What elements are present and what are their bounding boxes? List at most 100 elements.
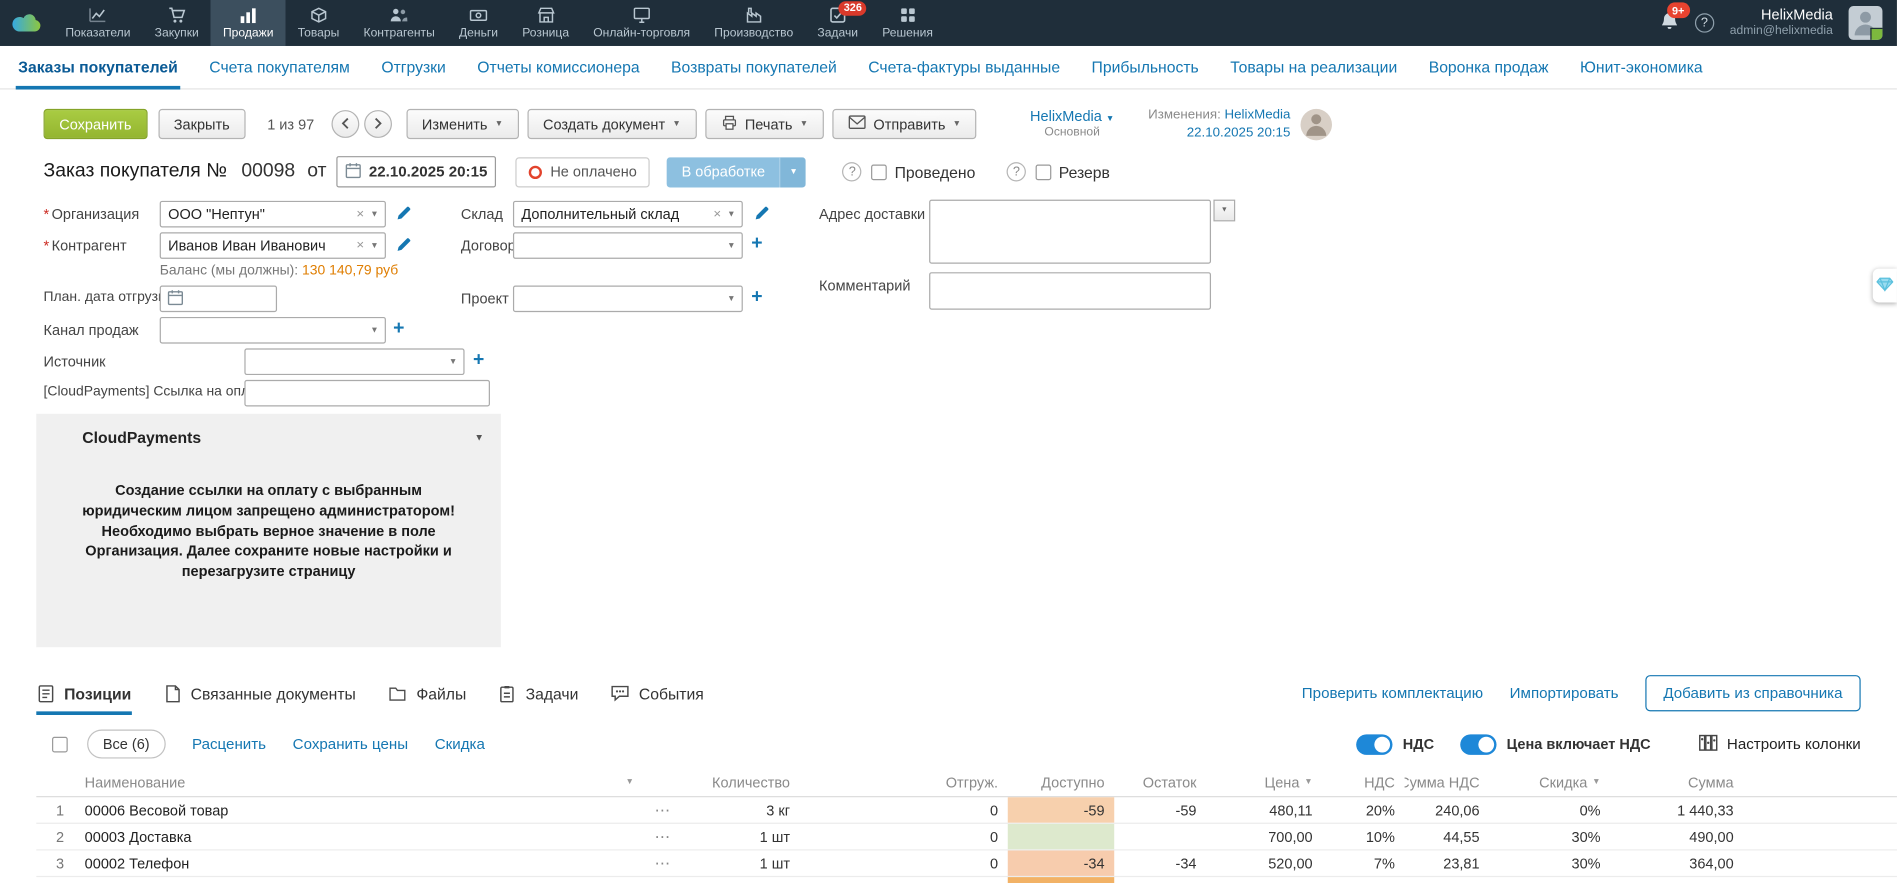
table-row[interactable] [36, 877, 1897, 883]
col-discount[interactable]: Скидка▼ [1489, 768, 1610, 796]
section-tab-10[interactable]: Юнит-экономика [1564, 46, 1718, 88]
add-contract-button[interactable]: + [751, 235, 762, 254]
edit-counterparty-icon[interactable] [396, 237, 412, 253]
check-kit-link[interactable]: Проверить комплектацию [1302, 685, 1483, 702]
col-price[interactable]: Цена▼ [1206, 768, 1322, 796]
section-tab-4[interactable]: Отчеты комиссионера [462, 46, 656, 88]
section-tab-7[interactable]: Прибыльность [1076, 46, 1215, 88]
user-avatar[interactable] [1849, 6, 1883, 40]
nav-item-8[interactable]: Онлайн-торговля [581, 0, 702, 46]
detail-tab-3[interactable]: Файлы [387, 671, 466, 715]
nav-item-6[interactable]: Деньги [447, 0, 510, 46]
assistant-widget-button[interactable] [1873, 269, 1897, 303]
row-menu-icon[interactable]: ⋯ [641, 824, 685, 849]
row-menu-icon[interactable]: ⋯ [641, 850, 685, 875]
changes-date-link[interactable]: 22.10.2025 20:15 [1187, 125, 1291, 140]
project-combobox[interactable]: ▼ [513, 286, 743, 313]
create-document-menu-button[interactable]: Создать документ▼ [527, 109, 696, 139]
discount-link[interactable]: Скидка [435, 736, 485, 753]
nav-item-10[interactable]: Задачи326 [805, 0, 870, 46]
col-qty[interactable]: Количество [685, 768, 800, 796]
nav-item-2[interactable]: Закупки [143, 0, 211, 46]
document-date-field[interactable]: 22.10.2025 20:15 [336, 156, 496, 187]
nav-item-7[interactable]: Розница [510, 0, 581, 46]
row-menu-icon[interactable]: ⋯ [641, 797, 685, 822]
table-row[interactable]: 200003 Доставка⋯1 шт0700,0010%44,5530%49… [36, 824, 1897, 851]
section-tab-6[interactable]: Счета-фактуры выданные [853, 46, 1076, 88]
vat-toggle[interactable] [1357, 734, 1393, 755]
detail-tab-5[interactable]: События [610, 671, 704, 715]
source-combobox[interactable]: ▼ [244, 348, 464, 375]
help-button[interactable]: ? [1695, 13, 1714, 32]
col-sum[interactable]: Сумма [1610, 768, 1743, 796]
sort-icon[interactable]: ▼ [626, 778, 634, 786]
nav-item-1[interactable]: Показатели [53, 0, 142, 46]
reserve-checkbox[interactable] [1036, 164, 1052, 180]
table-row[interactable]: 300002 Телефон⋯1 шт0-34-34520,007%23,813… [36, 850, 1897, 877]
delivery-address-textarea[interactable] [929, 200, 1211, 264]
payment-status-badge[interactable]: Не оплачено [515, 157, 650, 187]
edit-warehouse-icon[interactable] [754, 206, 770, 222]
posted-help-icon[interactable]: ? [843, 162, 862, 181]
col-stock[interactable]: Остаток [1114, 768, 1206, 796]
detail-tab-2[interactable]: Связанные документы [163, 671, 356, 715]
col-vat[interactable]: НДС [1322, 768, 1404, 796]
clear-icon[interactable]: × [353, 207, 368, 222]
nav-item-5[interactable]: Контрагенты [351, 0, 446, 46]
ship-date-field[interactable] [160, 286, 277, 313]
send-menu-button[interactable]: Отправить▼ [832, 109, 977, 139]
detail-tab-1[interactable]: Позиции [36, 671, 131, 715]
import-link[interactable]: Импортировать [1510, 685, 1619, 702]
edit-menu-button[interactable]: Изменить▼ [406, 109, 519, 139]
add-source-button[interactable]: + [473, 351, 484, 370]
set-prices-link[interactable]: Расценить [192, 736, 266, 753]
organization-combobox[interactable]: ООО "Нептун"×▼ [160, 201, 386, 228]
reserve-help-icon[interactable]: ? [1007, 162, 1026, 181]
prev-document-button[interactable] [331, 110, 359, 138]
col-available[interactable]: Доступно [1008, 768, 1114, 796]
section-tab-2[interactable]: Счета покупателям [194, 46, 366, 88]
nav-item-3[interactable]: Продажи [211, 0, 286, 46]
save-button[interactable]: Сохранить [44, 109, 148, 139]
col-name[interactable]: Наименование▼ [70, 768, 641, 796]
nav-item-4[interactable]: Товары [286, 0, 352, 46]
sort-icon[interactable]: ▼ [1304, 778, 1312, 786]
price-includes-vat-toggle[interactable] [1461, 734, 1497, 755]
warehouse-combobox[interactable]: Дополнительный склад×▼ [513, 201, 743, 228]
nav-item-11[interactable]: Решения [870, 0, 945, 46]
nav-item-9[interactable]: Производство [702, 0, 805, 46]
clear-icon[interactable]: × [353, 238, 368, 253]
account-info[interactable]: HelixMedia admin@helixmedia [1730, 6, 1833, 39]
changes-user-link[interactable]: HelixMedia [1225, 107, 1291, 122]
section-tab-1[interactable]: Заказы покупателей [2, 46, 193, 88]
notifications-bell[interactable]: 9+ [1660, 11, 1679, 35]
counterparty-combobox[interactable]: Иванов Иван Иванович×▼ [160, 232, 386, 259]
collapse-icon[interactable]: ▼ [474, 432, 484, 443]
edit-organization-icon[interactable] [396, 206, 412, 222]
col-shipped[interactable]: Отгруж. [800, 768, 1008, 796]
filter-all-button[interactable]: Все (6) [87, 730, 165, 759]
comment-textarea[interactable] [929, 272, 1211, 310]
clear-icon[interactable]: × [710, 207, 725, 222]
next-document-button[interactable] [364, 110, 392, 138]
save-prices-link[interactable]: Сохранить цены [293, 736, 408, 753]
row-menu-icon[interactable] [641, 877, 685, 883]
contract-combobox[interactable]: ▼ [513, 232, 743, 259]
add-project-button[interactable]: + [751, 288, 762, 307]
section-tab-9[interactable]: Воронка продаж [1413, 46, 1564, 88]
workflow-status-dropdown[interactable]: В обработке ▼ [667, 157, 806, 187]
app-logo[interactable] [0, 0, 53, 46]
sales-channel-combobox[interactable]: ▼ [160, 317, 386, 344]
posted-checkbox[interactable] [872, 164, 888, 180]
print-menu-button[interactable]: Печать▼ [705, 109, 824, 139]
add-sales-channel-button[interactable]: + [393, 319, 404, 338]
section-tab-3[interactable]: Отгрузки [366, 46, 462, 88]
table-row[interactable]: 100006 Весовой товар⋯3 кг0-59-59480,1120… [36, 797, 1897, 824]
address-expand-button[interactable]: ▼ [1213, 200, 1235, 222]
detail-tab-4[interactable]: Задачи [498, 671, 579, 715]
sort-icon[interactable]: ▼ [1592, 778, 1600, 786]
select-all-checkbox[interactable] [52, 736, 68, 752]
cloudpayments-link-input[interactable] [244, 380, 490, 407]
configure-columns-button[interactable]: Настроить колонки [1699, 734, 1861, 755]
add-from-catalog-button[interactable]: Добавить из справочника [1645, 675, 1860, 711]
